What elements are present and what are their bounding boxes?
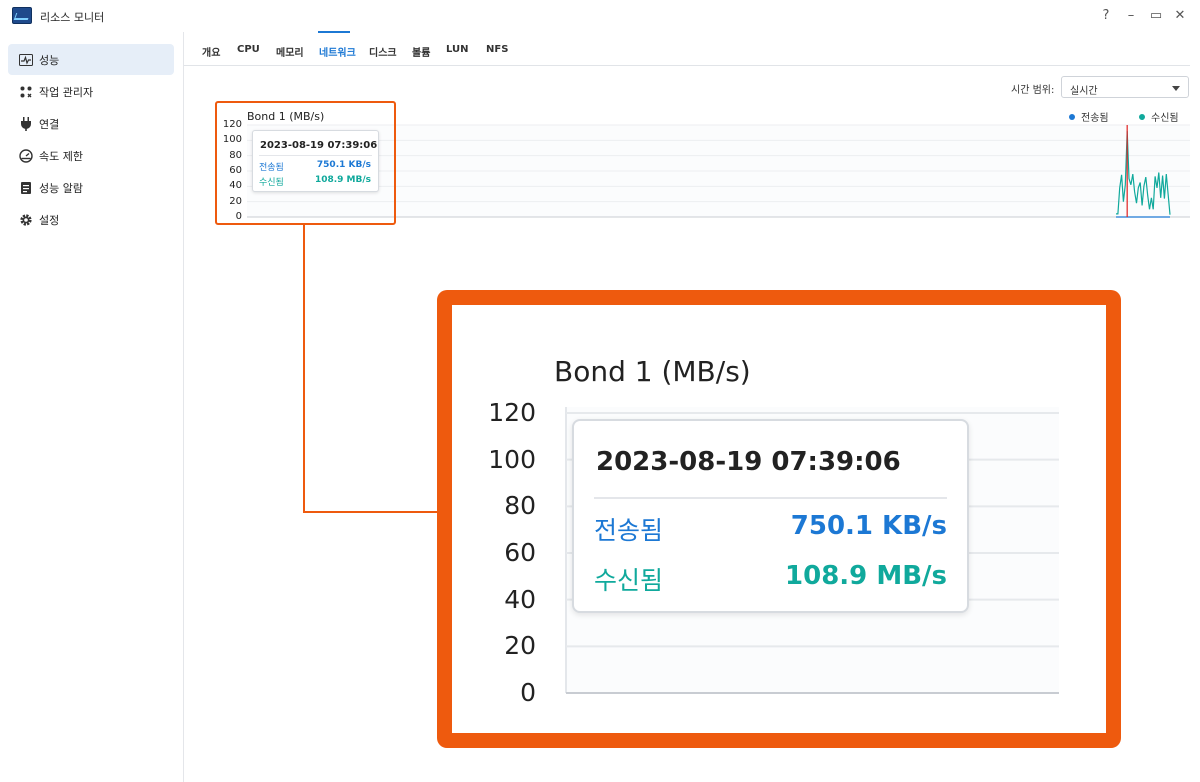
zoomed-tooltip-sent-value: 750.1 KB/s [790,511,947,541]
zoomed-y-tick-label: 120 [488,398,536,427]
zoom-callout: Bond 1 (MB/s) 120 100 80 60 40 20 0 2023-08-19… [437,290,1121,748]
zoomed-tooltip-time: 2023-08-19 07:39:06 [596,447,901,477]
zoomed-y-tick-label: 20 [504,631,536,661]
zoomed-chart-title: Bond 1 (MB/s) [554,355,751,388]
highlight-box [215,101,396,225]
zoomed-tooltip-received-label: 수신됨 [594,566,664,595]
zoomed-y-tick-label: 80 [504,491,536,521]
zoomed-y-tick-label: 60 [504,538,536,567]
zoomed-y-tick-label: 40 [504,584,536,614]
zoomed-tooltip-sent-label: 전송됨 [594,516,664,545]
callout-connector [303,511,439,513]
zoomed-y-tick-label: 0 [520,678,536,707]
callout-connector [303,225,305,513]
zoomed-y-tick-label: 100 [488,444,536,474]
zoomed-tooltip-divider [594,497,947,499]
zoomed-tooltip: 2023-08-19 07:39:06 전송됨 750.1 KB/s 수신됨 1… [572,419,969,613]
zoomed-tooltip-received-value: 108.9 MB/s [785,561,947,591]
